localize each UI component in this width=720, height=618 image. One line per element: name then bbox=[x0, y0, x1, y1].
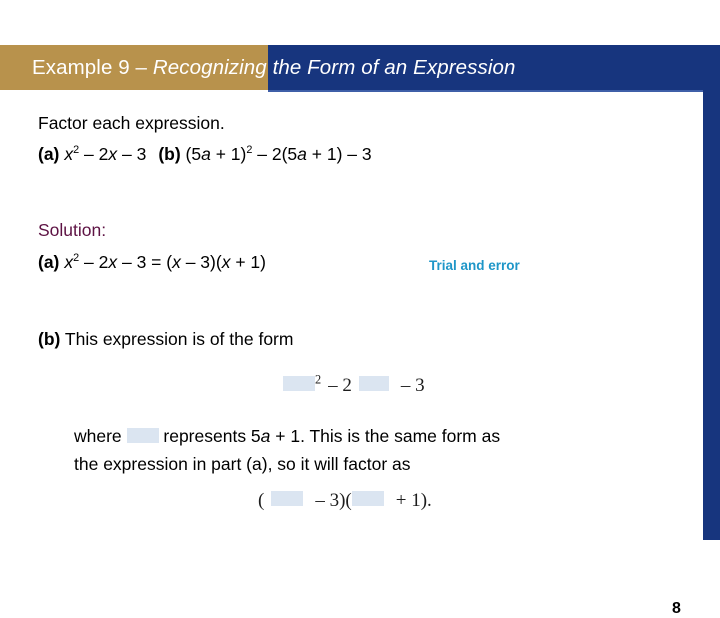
form-expression-tail: – 3 bbox=[400, 375, 425, 396]
right-blue-rail bbox=[703, 90, 720, 540]
page-number: 8 bbox=[672, 600, 681, 617]
part-b-label: (b) bbox=[158, 144, 181, 164]
part-a-expr-post: – 2x – 3 bbox=[79, 144, 147, 164]
part-a-expr-pre: x bbox=[64, 144, 74, 164]
form-expression: 2 – 2 – 3 bbox=[283, 372, 425, 397]
part-a-label: (a) bbox=[38, 144, 60, 164]
placeholder-box-icon bbox=[283, 376, 315, 391]
placeholder-box-icon bbox=[358, 376, 389, 391]
solution-b-text: This expression is of the form bbox=[60, 329, 294, 349]
slide-content: Factor each expression. (a) x2 – 2x – 3 (b… bbox=[0, 92, 703, 617]
form-expression-mid: – 2 bbox=[328, 375, 352, 396]
problem-parts-line: (a) x2 – 2x – 3 (b) (5a + 1)2 – 2(5a + 1) … bbox=[38, 144, 372, 165]
instruction-text: Factor each expression. bbox=[38, 113, 225, 133]
where-line-1-post: represents 5a + 1. This is the same form… bbox=[158, 426, 501, 446]
final-expression-open: ( bbox=[258, 490, 265, 511]
solution-heading: Solution: bbox=[38, 220, 107, 240]
page-title-italic: Recognizing the Form of an Expression bbox=[152, 56, 516, 79]
final-expression-tail: + 1). bbox=[395, 490, 432, 511]
page-title-label: Example 9 – bbox=[32, 56, 153, 79]
where-line-1-pre: where bbox=[74, 426, 127, 446]
form-expression-exponent: 2 bbox=[315, 372, 322, 387]
part-b-expr-post: – 2(5a + 1) – 3 bbox=[252, 144, 372, 164]
final-expression: ( – 3)( + 1). bbox=[258, 490, 432, 512]
where-line-1: where represents 5a + 1. This is the sam… bbox=[74, 426, 500, 447]
placeholder-box-icon bbox=[126, 428, 159, 443]
part-b-expr-pre: (5a + 1) bbox=[180, 144, 247, 164]
slide-canvas: Example 9 – Recognizing the Form of an E… bbox=[0, 0, 720, 617]
solution-part-b-line: (b) This expression is of the form bbox=[38, 329, 293, 350]
solution-a-label: (a) bbox=[38, 252, 60, 272]
solution-a-expr-post: – 2x – 3 = (x – 3)(x + 1) bbox=[79, 252, 266, 272]
final-expression-mid: – 3)( bbox=[315, 490, 352, 511]
placeholder-box-icon bbox=[271, 491, 304, 506]
page-title: Example 9 – Recognizing the Form of an E… bbox=[32, 45, 516, 90]
solution-a-expr-pre: x bbox=[64, 252, 74, 272]
where-line-2: the expression in part (a), so it will f… bbox=[74, 454, 411, 474]
solution-b-label: (b) bbox=[38, 329, 61, 349]
placeholder-box-icon bbox=[351, 491, 384, 506]
solution-part-a-line: (a) x2 – 2x – 3 = (x – 3)(x + 1) bbox=[38, 252, 266, 273]
annotation-trial-and-error: Trial and error bbox=[429, 258, 520, 273]
